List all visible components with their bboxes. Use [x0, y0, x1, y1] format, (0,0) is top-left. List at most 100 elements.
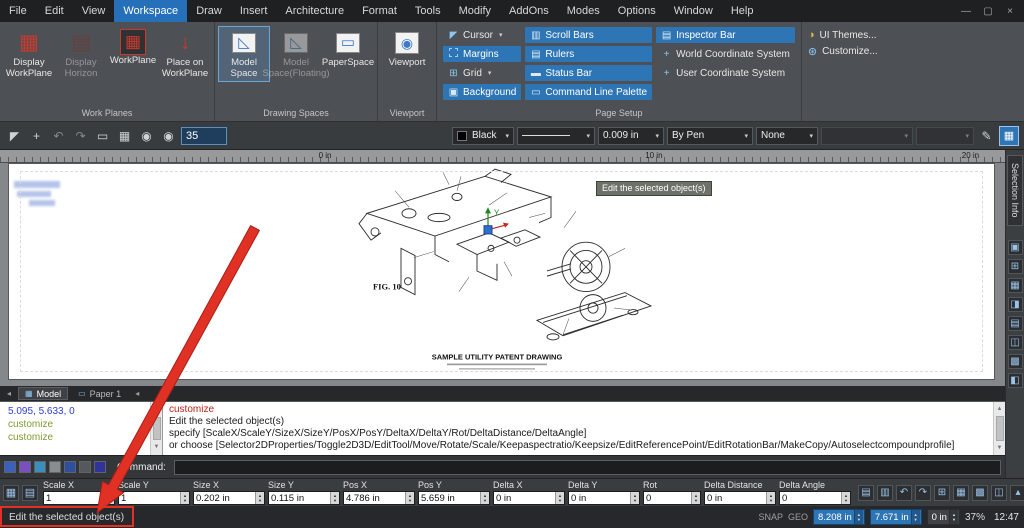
size-x-input[interactable]: [194, 492, 255, 504]
size-y-input[interactable]: [269, 492, 330, 504]
snap-toggle[interactable]: SNAP: [758, 512, 783, 522]
undo-icon[interactable]: ↶: [896, 484, 912, 501]
spinner[interactable]: ▲ ▼: [105, 492, 114, 504]
cursor-x-chip[interactable]: 8.208 in ▲ ▼: [813, 509, 865, 525]
tab-model[interactable]: ▦ Model: [18, 387, 69, 400]
paste-icon[interactable]: ▤: [858, 484, 874, 501]
paste-special-icon[interactable]: ▥: [877, 484, 893, 501]
paperspace-button[interactable]: ▭ PaperSpace: [322, 26, 374, 71]
spinner[interactable]: ▲ ▼: [180, 492, 189, 504]
spinner[interactable]: ▲ ▼: [691, 492, 700, 504]
menu-file[interactable]: File: [0, 0, 36, 22]
history-right-scrollbar[interactable]: ▲ ▼: [993, 402, 1005, 455]
history-input-list[interactable]: 5.095, 5.633, 0 customize customize ▲ ▼: [0, 402, 163, 455]
paper-sheet[interactable]: Y FIG. 10 SAMPLE UTILITY PATENT DRAWING …: [8, 163, 995, 380]
tab-paper-1[interactable]: ▭ Paper 1: [71, 387, 128, 400]
spinner[interactable]: ▲ ▼: [255, 492, 264, 504]
viewport-button[interactable]: ◉ Viewport: [381, 26, 433, 71]
panel-icon-8[interactable]: ◧: [1007, 372, 1023, 388]
command-palette-icon[interactable]: [94, 461, 106, 473]
spinner[interactable]: ▲ ▼: [630, 492, 639, 504]
panel-icon-4[interactable]: ◨: [1007, 296, 1023, 312]
lineweight-dropdown[interactable]: 0.009 in ▾: [598, 126, 664, 145]
geo-toggle[interactable]: GEO: [788, 512, 808, 522]
menu-addons[interactable]: AddOns: [500, 0, 558, 22]
menu-draw[interactable]: Draw: [187, 0, 231, 22]
pen-width-input[interactable]: [181, 126, 227, 145]
pen-icon[interactable]: ✎: [977, 126, 996, 145]
panel-icon-1[interactable]: ▣: [1007, 239, 1023, 255]
minimize-icon[interactable]: —: [960, 6, 972, 17]
delta-x-input[interactable]: [494, 492, 555, 504]
spinner[interactable]: ▲ ▼: [841, 492, 850, 504]
customize-button[interactable]: ⊛ Customize...: [808, 45, 878, 58]
spinner[interactable]: ▲ ▼: [766, 492, 775, 504]
scroll-thumb[interactable]: [152, 417, 161, 440]
scroll-down-icon[interactable]: ▼: [154, 441, 160, 454]
toggle-user-coordinate-system[interactable]: + User Coordinate System: [656, 65, 795, 81]
undo-icon[interactable]: ↶: [49, 126, 68, 145]
delta-angle-input[interactable]: [780, 492, 841, 504]
selection-info-tab[interactable]: Selection Info: [1007, 155, 1023, 226]
scroll-down-icon[interactable]: ▼: [997, 442, 1003, 454]
toggle-margins[interactable]: Margins: [443, 46, 522, 62]
scale-y-input[interactable]: [119, 492, 180, 504]
crosshair-icon[interactable]: +: [27, 126, 46, 145]
menu-edit[interactable]: Edit: [36, 0, 73, 22]
grid-snap-icon[interactable]: ▦: [953, 484, 969, 501]
display-horizon-button[interactable]: ▤ Display Horizon: [55, 26, 107, 82]
spinner[interactable]: ▲ ▼: [555, 492, 564, 504]
drawing-canvas[interactable]: Y FIG. 10 SAMPLE UTILITY PATENT DRAWING …: [0, 163, 1005, 386]
redo-icon[interactable]: ↷: [71, 126, 90, 145]
workplane-button[interactable]: ▦ WorkPlane: [107, 26, 159, 69]
menu-workspace[interactable]: Workspace: [114, 0, 188, 22]
visibility-icon[interactable]: ◉: [137, 126, 156, 145]
display-workplane-button[interactable]: ▦ Display WorkPlane: [3, 26, 55, 82]
spinner[interactable]: ▲ ▼: [948, 510, 958, 524]
command-palette-icon[interactable]: [64, 461, 76, 473]
menu-modes[interactable]: Modes: [558, 0, 609, 22]
cursor-y-chip[interactable]: 7.671 in ▲ ▼: [869, 509, 922, 525]
tab-scroll-left-icon[interactable]: ◂: [131, 389, 143, 398]
hatch-icon[interactable]: ▦: [3, 484, 19, 501]
toggle-status-bar[interactable]: ▬ Status Bar: [525, 65, 653, 81]
panel-icon-3[interactable]: ▦: [1007, 277, 1023, 293]
palette-toggle-icon[interactable]: ▦: [999, 125, 1019, 146]
select-pointer-icon[interactable]: ◤: [5, 126, 24, 145]
zoom-level[interactable]: 37%: [965, 512, 985, 523]
menu-options[interactable]: Options: [609, 0, 665, 22]
toggle-cursor[interactable]: ◤ Cursor ▾: [443, 27, 521, 43]
menu-architecture[interactable]: Architecture: [276, 0, 353, 22]
spinner[interactable]: ▲ ▼: [910, 510, 920, 524]
scroll-thumb[interactable]: [995, 416, 1004, 441]
plot-style-dropdown[interactable]: By Pen ▾: [667, 126, 753, 145]
history-left-scrollbar[interactable]: ▲ ▼: [150, 402, 162, 455]
toggle-rulers[interactable]: ▤ Rulers: [525, 46, 653, 62]
menu-view[interactable]: View: [73, 0, 115, 22]
pos-x-input[interactable]: [344, 492, 405, 504]
rot-input[interactable]: [644, 492, 691, 504]
spinner[interactable]: ▲ ▼: [480, 492, 489, 504]
spinner[interactable]: ▲ ▼: [853, 510, 863, 524]
hatch-tool-icon[interactable]: ▩: [972, 484, 988, 501]
history-entry[interactable]: 5.095, 5.633, 0: [8, 405, 148, 418]
menu-help[interactable]: Help: [722, 0, 763, 22]
toggle-grid[interactable]: ⊞ Grid ▾: [443, 65, 521, 81]
panel-icon-6[interactable]: ◫: [1007, 334, 1023, 350]
toggle-world-coordinate-system[interactable]: + World Coordinate System: [656, 46, 795, 62]
cursor-z-chip[interactable]: 0 in ▲ ▼: [926, 509, 960, 525]
command-palette-icon[interactable]: [49, 461, 61, 473]
redo-icon[interactable]: ↷: [915, 484, 931, 501]
menu-tools[interactable]: Tools: [406, 0, 450, 22]
place-on-workplane-button[interactable]: ↓ Place on WorkPlane: [159, 26, 211, 82]
table-icon[interactable]: ▦: [115, 126, 134, 145]
tab-scroll-left-icon[interactable]: ◂: [3, 389, 15, 398]
grid-edit-icon[interactable]: ⊞: [934, 484, 950, 501]
command-output-log[interactable]: customize Edit the selected object(s) sp…: [163, 402, 1005, 455]
comment-icon[interactable]: ▭: [93, 126, 112, 145]
command-palette-icon[interactable]: [34, 461, 46, 473]
color-dropdown[interactable]: Black ▾: [452, 126, 514, 145]
model-space-floating-button[interactable]: ◺ Model Space(Floating): [262, 26, 330, 82]
command-palette-icon[interactable]: [19, 461, 31, 473]
history-entry[interactable]: customize: [8, 418, 148, 431]
